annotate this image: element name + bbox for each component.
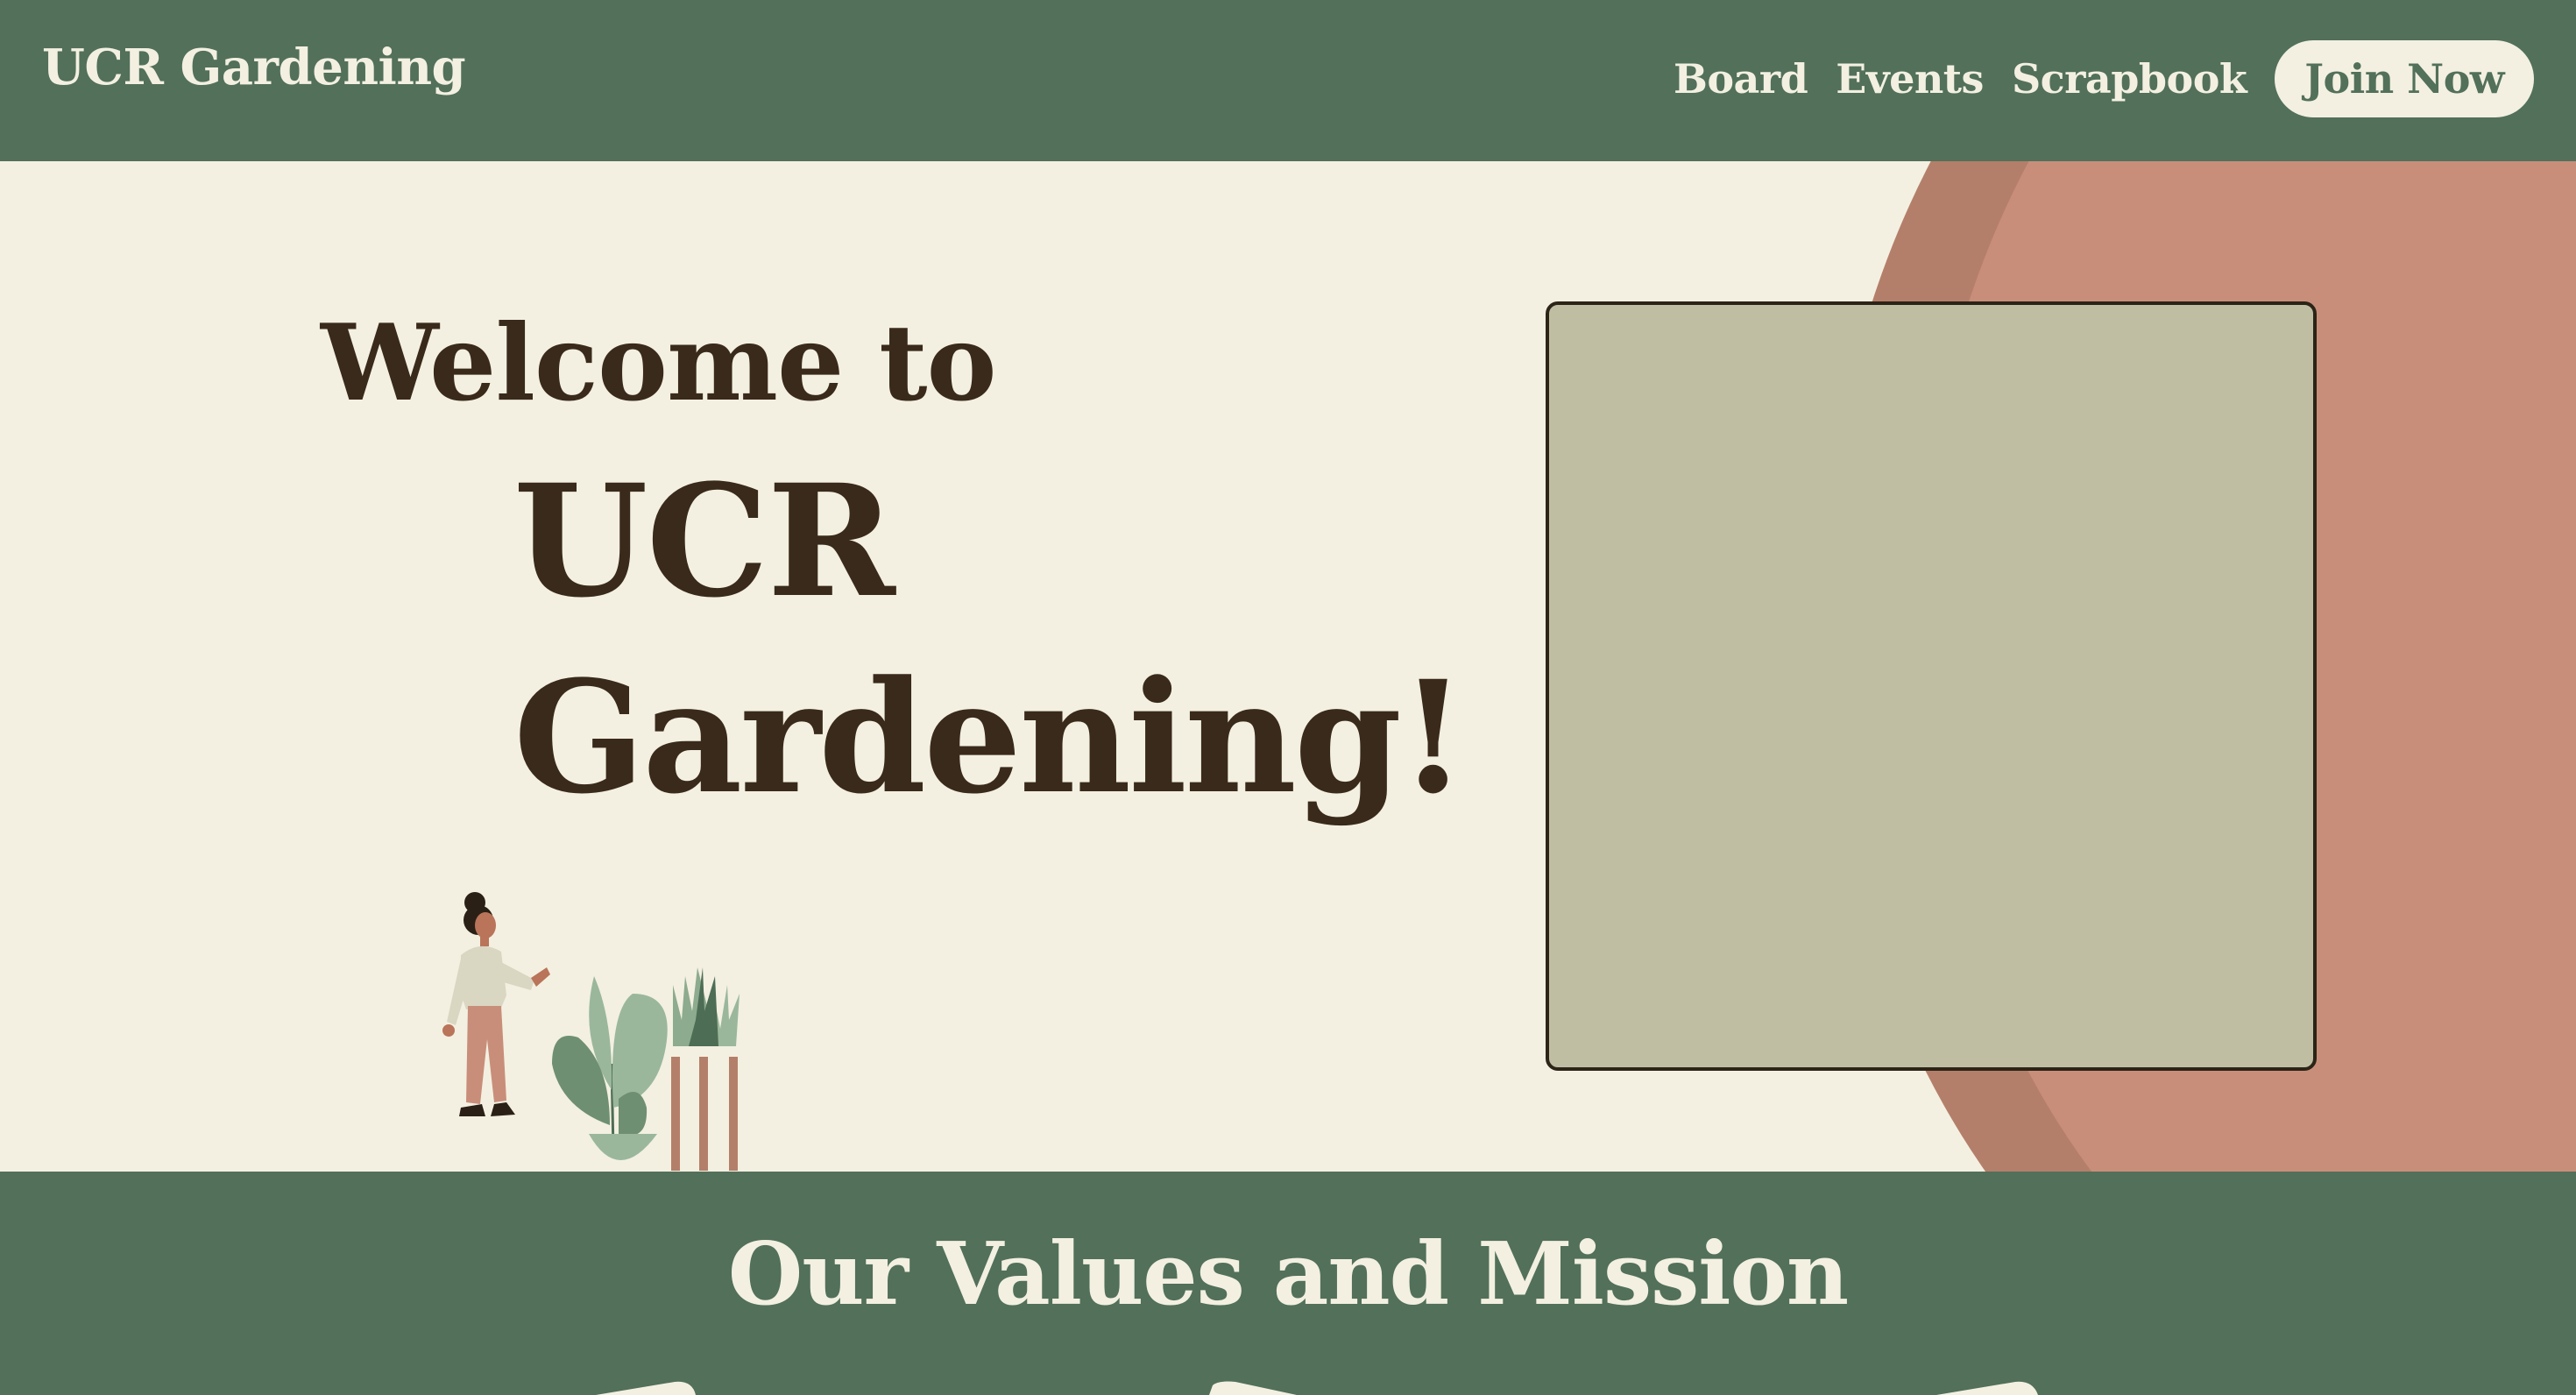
- brand-logo-text[interactable]: UCR Gardening: [42, 39, 466, 96]
- nav-link-events[interactable]: Events: [1836, 55, 1984, 103]
- nav-link-scrapbook[interactable]: Scrapbook: [2012, 55, 2247, 103]
- gardener-illustration: [442, 892, 741, 1171]
- hero-title-gardening: Gardening!: [513, 647, 1467, 828]
- nav-link-board[interactable]: Board: [1674, 55, 1808, 103]
- nav-links: Board Events Scrapbook Join Now: [1674, 39, 2534, 119]
- hero-image-placeholder: [1546, 301, 2317, 1071]
- join-now-button[interactable]: Join Now: [2275, 40, 2534, 117]
- hero-section: Welcome to UCR Gardening!: [0, 161, 2576, 1172]
- values-heading: Our Values and Mission: [727, 1224, 1849, 1325]
- snake-plant-illustration: [666, 967, 741, 1171]
- top-nav: UCR Gardening Board Events Scrapbook Joi…: [0, 0, 2576, 161]
- values-section: Our Values and Mission: [0, 1172, 2576, 1395]
- hero-title-ucr: UCR: [513, 450, 895, 632]
- person-illustration: [442, 892, 550, 1116]
- leafy-plant-illustration: [552, 976, 668, 1160]
- hero-welcome-text: Welcome to: [321, 301, 997, 425]
